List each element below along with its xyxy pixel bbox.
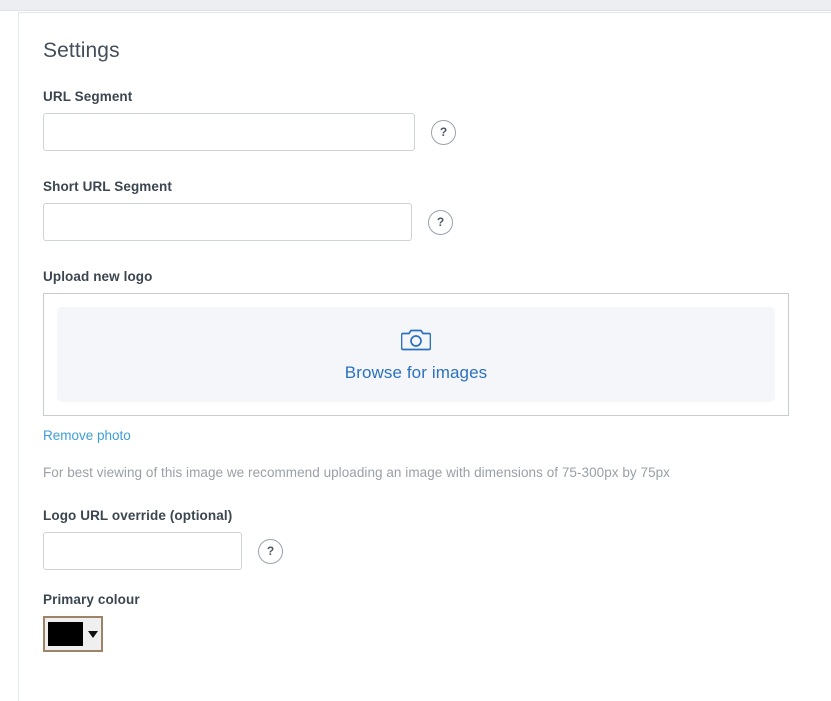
short-url-segment-row: ?	[43, 203, 807, 241]
upload-dropzone-container: Browse for images	[43, 293, 789, 416]
field-primary-colour: Primary colour	[43, 592, 807, 652]
browse-for-images-label: Browse for images	[344, 362, 488, 382]
logo-url-override-label: Logo URL override (optional)	[43, 508, 233, 523]
url-segment-row: ?	[43, 113, 807, 151]
short-url-segment-help-icon[interactable]: ?	[428, 209, 453, 235]
short-url-segment-label: Short URL Segment	[43, 179, 172, 194]
browser-chrome-strip	[0, 0, 831, 11]
page-title: Settings	[43, 39, 120, 62]
colour-swatch	[48, 622, 83, 646]
settings-panel: Settings URL Segment ? Short URL Segment…	[18, 12, 831, 701]
primary-colour-picker[interactable]	[43, 616, 103, 652]
url-segment-help-icon[interactable]: ?	[431, 119, 456, 145]
short-url-segment-input[interactable]	[43, 203, 412, 241]
chevron-down-icon	[88, 630, 98, 638]
field-upload-logo: Upload new logo Browse for images Remove…	[43, 269, 807, 480]
field-url-segment: URL Segment ?	[43, 89, 807, 151]
remove-photo-link[interactable]: Remove photo	[43, 428, 131, 443]
logo-url-override-help-icon[interactable]: ?	[258, 538, 283, 564]
primary-colour-label: Primary colour	[43, 592, 140, 607]
upload-dropzone[interactable]: Browse for images	[57, 307, 775, 402]
logo-url-override-input[interactable]	[43, 532, 242, 570]
field-logo-url-override: Logo URL override (optional) ?	[43, 508, 807, 570]
upload-logo-label: Upload new logo	[43, 269, 153, 284]
settings-content: Settings URL Segment ? Short URL Segment…	[19, 13, 831, 652]
upload-logo-hint: For best viewing of this image we recomm…	[43, 465, 670, 480]
url-segment-label: URL Segment	[43, 89, 133, 104]
field-short-url-segment: Short URL Segment ?	[43, 179, 807, 241]
camera-icon	[400, 327, 432, 357]
logo-url-override-row: ?	[43, 532, 807, 570]
url-segment-input[interactable]	[43, 113, 415, 151]
